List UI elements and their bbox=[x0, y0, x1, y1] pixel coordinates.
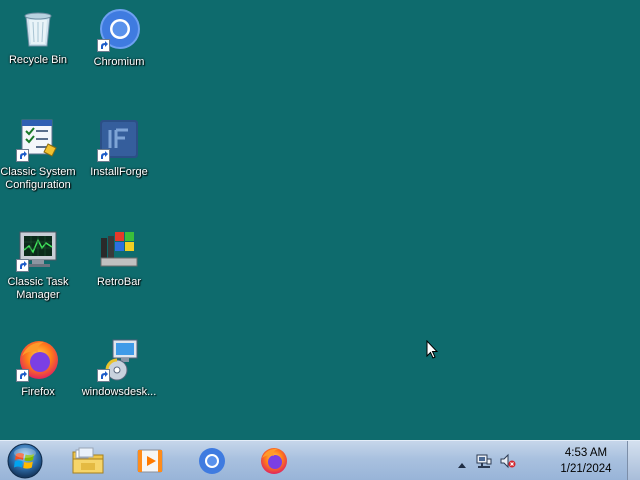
task-manager-icon bbox=[16, 228, 60, 272]
desktop-icon-label: RetroBar bbox=[96, 276, 142, 288]
desktop-icon-classic-system-configuration[interactable]: Classic System Configuration bbox=[0, 118, 78, 192]
firefox-icon bbox=[16, 338, 60, 382]
system-configuration-icon bbox=[16, 118, 60, 162]
taskbar: 4:53 AM 1/21/2024 bbox=[0, 440, 640, 480]
retrobar-icon bbox=[97, 228, 141, 272]
start-button[interactable] bbox=[6, 443, 44, 479]
desktop-icon-label: Firefox bbox=[21, 386, 55, 398]
desktop-icon-installforge[interactable]: InstallForge bbox=[79, 118, 159, 179]
desktop-icon-label: Recycle Bin bbox=[8, 54, 68, 66]
desktop-icon-windowsdesk[interactable]: windowsdesk... bbox=[79, 338, 159, 399]
mouse-cursor-icon bbox=[426, 339, 439, 364]
chevron-up-icon bbox=[458, 463, 466, 468]
chromium-icon bbox=[199, 448, 225, 474]
media-player-icon bbox=[137, 449, 163, 473]
network-icon bbox=[476, 454, 492, 468]
volume-tray-button[interactable] bbox=[500, 453, 516, 474]
firefox-icon bbox=[261, 448, 287, 474]
taskbar-chromium-button[interactable] bbox=[194, 444, 230, 478]
shortcut-arrow-icon bbox=[16, 259, 29, 272]
recycle-bin-icon bbox=[16, 6, 60, 50]
shortcut-arrow-icon bbox=[16, 369, 29, 382]
desktop-icon-label: windowsdesk... bbox=[81, 386, 157, 398]
show-desktop-button[interactable] bbox=[627, 441, 640, 480]
desktop-icon-chromium[interactable]: Chromium bbox=[79, 8, 159, 69]
installer-icon bbox=[97, 338, 141, 382]
desktop-icon-label: Classic System Configuration bbox=[0, 166, 76, 191]
desktop[interactable]: Recycle Bin Chromium Classic System Conf… bbox=[0, 0, 640, 440]
show-hidden-icons-button[interactable] bbox=[457, 456, 467, 474]
shortcut-arrow-icon bbox=[97, 39, 110, 52]
desktop-icon-label: Classic Task Manager bbox=[7, 276, 69, 301]
clock-date: 1/21/2024 bbox=[560, 463, 612, 475]
shortcut-arrow-icon bbox=[97, 369, 110, 382]
desktop-icon-recycle-bin[interactable]: Recycle Bin bbox=[0, 6, 78, 67]
shortcut-arrow-icon bbox=[16, 149, 29, 162]
desktop-icon-classic-task-manager[interactable]: Classic Task Manager bbox=[0, 228, 78, 302]
shortcut-arrow-icon bbox=[97, 149, 110, 162]
desktop-icon-label: Chromium bbox=[93, 56, 145, 68]
clock[interactable]: 4:53 AM 1/21/2024 bbox=[556, 445, 616, 477]
desktop-icon-retrobar[interactable]: RetroBar bbox=[79, 228, 159, 289]
clock-time: 4:53 AM bbox=[564, 447, 608, 459]
explorer-icon bbox=[72, 447, 104, 474]
desktop-icon-firefox[interactable]: Firefox bbox=[0, 338, 78, 399]
desktop-icon-label: InstallForge bbox=[90, 166, 148, 178]
network-tray-button[interactable] bbox=[476, 453, 492, 474]
taskbar-firefox-button[interactable] bbox=[256, 444, 292, 478]
notification-area: 4:53 AM 1/21/2024 bbox=[456, 441, 626, 480]
windows-logo-icon bbox=[7, 443, 43, 479]
chromium-icon bbox=[97, 8, 141, 52]
volume-muted-icon bbox=[500, 453, 516, 469]
installforge-icon bbox=[97, 118, 141, 162]
taskbar-explorer-button[interactable] bbox=[70, 444, 106, 478]
taskbar-media-player-button[interactable] bbox=[132, 444, 168, 478]
